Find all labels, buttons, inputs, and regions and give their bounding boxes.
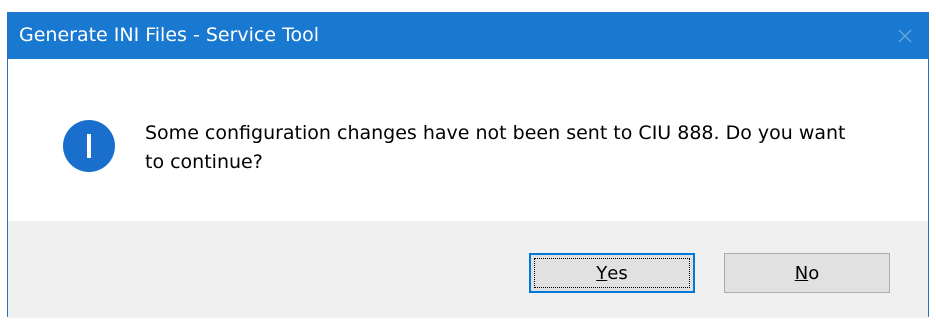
button-area: Yes No (8, 221, 928, 318)
no-mnemonic: N (794, 262, 809, 284)
close-icon (898, 29, 912, 43)
dialog-message: Some configuration changes have not been… (145, 122, 846, 173)
no-button[interactable]: No (724, 253, 890, 293)
dialog-content: Some configuration changes have not been… (8, 59, 928, 221)
title-bar[interactable]: Generate INI Files - Service Tool (8, 13, 928, 59)
message-dialog: Generate INI Files - Service Tool Some c… (7, 12, 929, 318)
no-label-rest: o (808, 262, 820, 284)
cropped-header-strip (0, 0, 936, 12)
yes-button[interactable]: Yes (529, 253, 695, 293)
close-button[interactable] (882, 13, 928, 59)
window-title: Generate INI Files - Service Tool (19, 24, 320, 46)
info-icon (63, 120, 115, 172)
focus-rectangle (534, 258, 690, 288)
